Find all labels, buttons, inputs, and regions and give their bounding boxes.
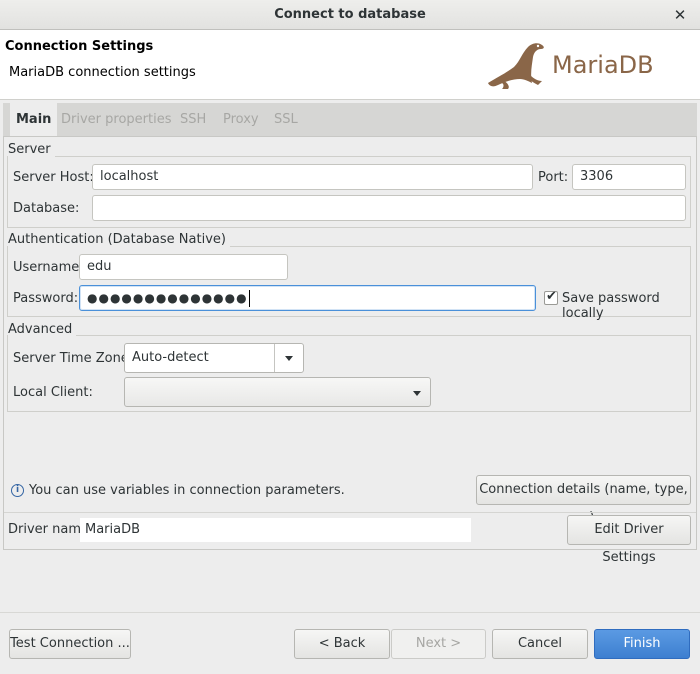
tab-main[interactable]: Main [10,103,58,136]
auth-group-label: Authentication (Database Native) [8,232,230,247]
cancel-button[interactable]: Cancel [492,629,588,659]
dialog-header: Connection Settings MariaDB connection s… [0,30,700,100]
sea-lion-icon [488,43,544,89]
edit-driver-settings-button[interactable]: Edit Driver Settings [567,515,691,565]
save-password-checkbox[interactable]: ✔ [544,289,558,305]
info-icon: i [11,484,24,497]
port-input[interactable]: 3306 [572,164,686,190]
tab-ssl[interactable]: SSL [274,103,298,136]
mariadb-logo: MariaDB [484,35,684,93]
driver-separator [4,512,696,513]
server-host-input[interactable]: localhost [92,164,533,190]
password-label: Password: [13,291,79,306]
timezone-combo[interactable]: Auto-detect [124,343,304,373]
password-masked-value: ●●●●●●●●●●●●●● [87,291,248,305]
local-client-label: Local Client: [13,385,93,400]
timezone-value: Auto-detect [132,350,209,365]
tab-driver-properties[interactable]: Driver properties [61,103,171,136]
check-icon: ✔ [546,289,557,304]
back-button[interactable]: < Back [294,629,390,659]
local-client-combo[interactable] [124,377,431,407]
text-caret [248,290,250,307]
finish-button[interactable]: Finish [594,629,690,659]
footer-separator [0,612,700,613]
port-label: Port: [538,170,569,185]
database-input[interactable] [92,195,686,221]
window-title: Connect to database [274,7,426,22]
advanced-group-label: Advanced [8,322,77,337]
server-group-label: Server [8,142,55,157]
driver-name-value: MariaDB [80,518,471,542]
username-label: Username: [13,260,84,275]
password-input[interactable]: ●●●●●●●●●●●●●● [79,285,536,311]
chevron-down-icon[interactable] [285,356,293,361]
window-titlebar: Connect to database ✕ [0,0,700,30]
close-icon[interactable]: ✕ [670,5,690,25]
header-title: Connection Settings [5,39,154,54]
next-button[interactable]: Next > [391,629,486,659]
server-host-label: Server Host: [13,170,94,185]
connection-details-button[interactable]: Connection details (name, type, ... ) [476,475,691,525]
combo-divider [274,344,275,372]
chevron-down-icon[interactable] [413,391,421,396]
username-input[interactable]: edu [79,254,288,280]
tab-ssh[interactable]: SSH [180,103,206,136]
info-text: You can use variables in connection para… [29,483,345,498]
logo-text: MariaDB [552,51,654,79]
save-password-label[interactable]: Save password locally [562,291,700,321]
timezone-label: Server Time Zone: [13,351,134,366]
database-label: Database: [13,201,80,216]
test-connection-button[interactable]: Test Connection ... [9,629,131,659]
header-subtitle: MariaDB connection settings [9,65,196,80]
tab-proxy[interactable]: Proxy [223,103,259,136]
